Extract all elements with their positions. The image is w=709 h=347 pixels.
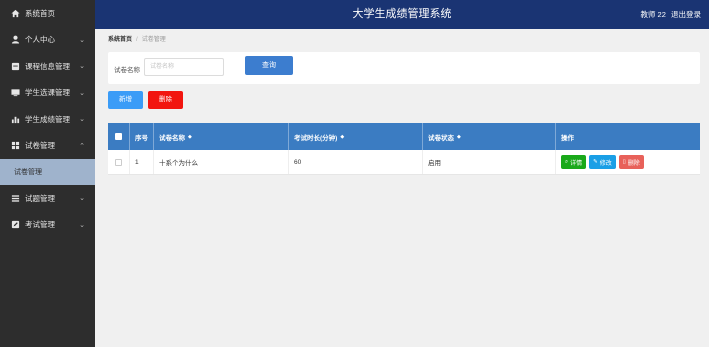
header-name[interactable]: 试卷名称 ◆ — [154, 123, 289, 150]
header-index: 序号 — [130, 123, 154, 150]
sidebar-subitem-label: 试卷管理 — [14, 169, 42, 176]
sidebar-item-label: 个人中心 — [25, 35, 55, 45]
search-panel: 试卷名称 查询 — [108, 52, 700, 84]
book-icon — [10, 61, 20, 71]
sidebar-item-questions[interactable]: 试题管理 ⌄ — [0, 185, 95, 212]
chevron-down-icon: ⌄ — [79, 116, 85, 124]
sort-icon[interactable]: ◆ — [188, 134, 192, 140]
chevron-up-icon: ⌃ — [79, 142, 85, 150]
sidebar-item-label: 考试管理 — [25, 220, 55, 230]
sidebar-item-course[interactable]: 课程信息管理 ⌄ — [0, 53, 95, 80]
row-checkbox[interactable] — [115, 158, 122, 166]
sidebar-item-home[interactable]: 系统首页 — [0, 0, 95, 27]
main-content: 系统首页/试卷管理 试卷名称 查询 新增 删除 序号 试卷名称◆ 考试时长(分钟… — [95, 29, 709, 347]
chevron-down-icon: ⌄ — [79, 36, 85, 44]
app-title: 大学生成绩管理系统 — [352, 8, 452, 20]
exam-paper-table: 序号 试卷名称 ◆ 考试时长(分钟) ◆ 试卷状态 ◆ 操作 1 十系个为什么 60 … — [108, 123, 700, 175]
header-status[interactable]: 试卷状态 ◆ — [423, 123, 556, 150]
user-icon — [10, 35, 20, 45]
remove-button[interactable]: ▯ 删除 — [618, 155, 644, 169]
user-label: 教师 22 — [640, 10, 666, 19]
table-row: 1 十系个为什么 60 启用 ⌕ 详情 ✎ 修改 ▯ 删除 — [108, 150, 700, 175]
sidebar: 系统首页 个人中心 ⌄ 课程信息管理 ⌄ 学生选课管理 ⌄ 学生成绩管理 ⌄ 试… — [0, 0, 95, 347]
sidebar-item-selection[interactable]: 学生选课管理 ⌄ — [0, 80, 95, 107]
cell-status: 启用 — [423, 150, 556, 174]
sidebar-item-exams[interactable]: 考试管理 ⌄ — [0, 212, 95, 239]
delete-button[interactable]: 删除 — [148, 91, 183, 109]
sort-icon[interactable]: ◆ — [340, 134, 344, 140]
sidebar-item-profile[interactable]: 个人中心 ⌄ — [0, 27, 95, 54]
trash-icon: ▯ — [622, 159, 626, 165]
top-header: 大学生成绩管理系统 教师 22 退出登录 — [95, 0, 709, 29]
home-icon — [10, 8, 20, 18]
list-icon — [10, 193, 20, 203]
pencil-icon: ✎ — [593, 159, 598, 165]
select-all-checkbox[interactable] — [115, 133, 122, 140]
grid-icon — [10, 141, 20, 151]
chevron-down-icon: ⌄ — [79, 221, 85, 229]
cell-duration: 60 — [289, 150, 423, 174]
table-header: 序号 试卷名称 ◆ 考试时长(分钟) ◆ 试卷状态 ◆ 操作 — [108, 123, 700, 150]
sidebar-item-label: 试题管理 — [25, 193, 55, 203]
breadcrumb-home[interactable]: 系统首页 — [108, 37, 132, 43]
breadcrumb-current: 试卷管理 — [141, 37, 166, 43]
sidebar-item-label: 课程信息管理 — [25, 61, 70, 71]
chevron-down-icon: ⌄ — [79, 89, 85, 97]
user-area: 教师 22 退出登录 — [637, 0, 701, 29]
sort-icon[interactable]: ◆ — [457, 134, 461, 140]
cell-index: 1 — [130, 150, 154, 174]
header-actions: 操作 — [561, 134, 574, 142]
chevron-down-icon: ⌄ — [79, 63, 85, 71]
chevron-down-icon: ⌄ — [79, 195, 85, 203]
monitor-icon — [10, 88, 20, 98]
breadcrumb-separator: / — [136, 37, 138, 43]
search-input[interactable] — [144, 58, 224, 76]
sidebar-item-grades[interactable]: 学生成绩管理 ⌄ — [0, 106, 95, 133]
breadcrumb: 系统首页 / 试卷管理 — [108, 34, 166, 43]
add-button[interactable]: 新增 — [108, 91, 143, 109]
logout-link[interactable]: 退出登录 — [671, 10, 701, 19]
detail-button[interactable]: ⌕ 详情 — [561, 155, 587, 169]
edit-button[interactable]: ✎ 修改 — [589, 155, 616, 169]
bar-chart-icon — [10, 114, 20, 124]
header-duration[interactable]: 考试时长(分钟) ◆ — [289, 123, 423, 150]
query-button[interactable]: 查询 — [245, 56, 293, 75]
sidebar-item-label: 试卷管理 — [25, 141, 55, 151]
sidebar-item-label: 学生选课管理 — [25, 88, 70, 98]
sidebar-item-label: 学生成绩管理 — [25, 114, 70, 124]
search-label: 试卷名称 — [114, 67, 140, 74]
sidebar-item-exam-paper[interactable]: 试卷管理 ⌃ — [0, 133, 95, 160]
search-icon: ⌕ — [565, 158, 569, 165]
cell-actions: ⌕ 详情 ✎ 修改 ▯ 删除 — [556, 150, 700, 174]
cell-name: 十系个为什么 — [154, 150, 289, 174]
edit-icon — [10, 220, 20, 230]
sidebar-item-label: 系统首页 — [25, 8, 55, 18]
sidebar-subitem-exam-paper[interactable]: 试卷管理 — [0, 159, 95, 185]
